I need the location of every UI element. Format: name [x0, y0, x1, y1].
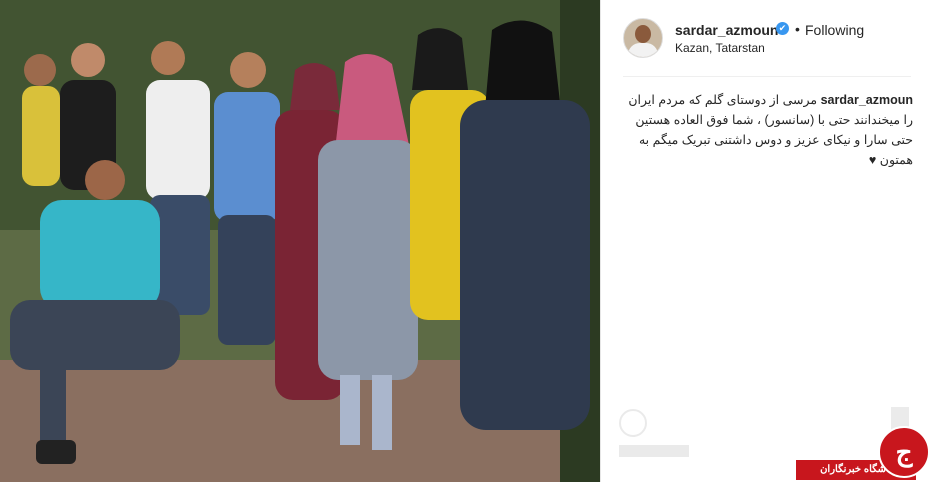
- post-caption: sardar_azmoun مرسی از دوستای گلم که مردم…: [621, 90, 913, 170]
- person-4: [214, 52, 280, 345]
- post-photo[interactable]: [0, 0, 600, 482]
- avatar-face: [635, 25, 651, 43]
- likes-count-placeholder: [619, 445, 689, 457]
- group-photo-image: [0, 0, 600, 482]
- location-link[interactable]: Kazan, Tatarstan: [675, 41, 765, 55]
- header-divider: [623, 76, 911, 77]
- avatar[interactable]: [623, 18, 663, 58]
- username-link[interactable]: sardar_azmoun: [675, 22, 778, 38]
- avatar-shirt: [628, 43, 658, 57]
- verified-badge-icon: ✔: [776, 22, 789, 35]
- post-sidebar: sardar_azmoun ✔ • Following Kazan, Tatar…: [600, 0, 932, 482]
- like-icon[interactable]: [619, 409, 647, 437]
- post-header: sardar_azmoun ✔ • Following Kazan, Tatar…: [623, 14, 913, 62]
- following-button[interactable]: Following: [805, 22, 864, 38]
- watermark-logo-icon: ج: [878, 426, 930, 478]
- separator-dot: •: [795, 21, 800, 37]
- person-1: [22, 54, 60, 186]
- caption-username-link[interactable]: sardar_azmoun: [821, 93, 913, 107]
